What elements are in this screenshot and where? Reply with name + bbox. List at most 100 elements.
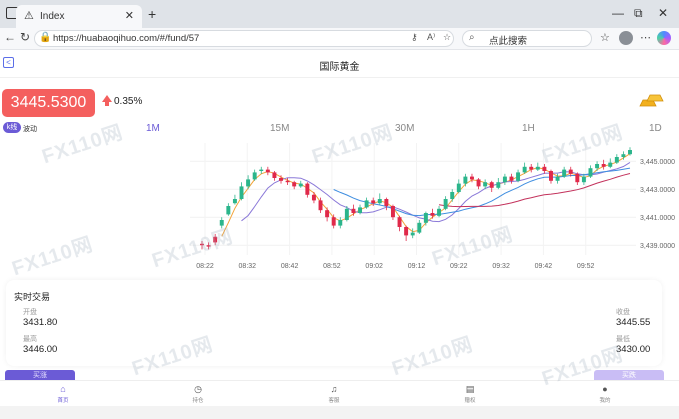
- change-percent: 0.35%: [114, 96, 143, 107]
- candle-body: [292, 182, 297, 187]
- url-field[interactable]: 🔒 https://huabaoqihuo.com/#/fund/57 ⚷ A⁾…: [34, 30, 454, 47]
- candle-body: [575, 173, 580, 183]
- user-icon: ●: [602, 384, 608, 394]
- period-1d-tab[interactable]: 1D: [649, 123, 662, 134]
- candle-body: [476, 179, 481, 187]
- candle-body: [621, 154, 626, 157]
- candle-body: [259, 169, 264, 171]
- url-text[interactable]: https://huabaoqihuo.com/#/fund/57: [53, 33, 199, 44]
- nav-profile[interactable]: ● 我的: [580, 384, 630, 404]
- tab-title: Index: [40, 11, 65, 22]
- x-tick-label: 09:22: [450, 263, 468, 270]
- close-window-button[interactable]: ✕: [658, 6, 668, 20]
- up-arrow-stem: [105, 101, 109, 106]
- candle: [404, 225, 409, 241]
- candle: [384, 197, 389, 211]
- y-axis: 3,439.0000 3,441.0000 3,443.0000 3,445.0000: [640, 159, 675, 250]
- candle: [595, 161, 600, 171]
- back-arrow-icon[interactable]: ←: [4, 30, 16, 44]
- candle-body: [325, 210, 330, 218]
- candle: [522, 162, 527, 174]
- candle-body: [509, 176, 514, 181]
- wave-tab[interactable]: 波动: [23, 124, 37, 134]
- refresh-icon[interactable]: ↻: [20, 30, 30, 44]
- period-1m-tab[interactable]: 1M: [146, 123, 160, 134]
- header-divider: [0, 77, 679, 78]
- candle-body: [595, 164, 600, 169]
- favorites-icon[interactable]: ☆: [600, 31, 610, 44]
- high-value: 3446.00: [23, 344, 58, 355]
- period-15m-tab[interactable]: 15M: [270, 123, 289, 134]
- warning-icon: ⚠: [24, 10, 34, 22]
- candle: [476, 178, 481, 190]
- high-label: 最高: [23, 336, 37, 343]
- candle: [509, 173, 514, 184]
- candle-body: [430, 213, 435, 216]
- low-label: 最低: [616, 336, 630, 343]
- browser-tab[interactable]: ⚠ Index ✕: [16, 5, 142, 28]
- candle-body: [364, 200, 369, 208]
- candle: [252, 169, 257, 181]
- candle-body: [285, 180, 290, 183]
- page-title: 国际黄金: [319, 62, 360, 73]
- new-tab-button[interactable]: +: [148, 6, 156, 22]
- candle: [219, 217, 224, 229]
- nav-rights-label: 赠权: [464, 398, 476, 404]
- candle-body: [437, 208, 442, 216]
- maximize-button[interactable]: ⧉: [634, 6, 643, 21]
- candle: [206, 242, 211, 250]
- period-1h-tab[interactable]: 1H: [522, 123, 535, 134]
- profile-avatar-icon[interactable]: [619, 31, 633, 45]
- candle-body: [377, 199, 382, 204]
- close-tab-icon[interactable]: ✕: [125, 9, 134, 22]
- gold-bar-icon: [639, 94, 664, 107]
- search-placeholder[interactable]: 点此搜索: [489, 33, 527, 47]
- realtime-title: 实时交易: [14, 292, 51, 302]
- address-bar: ← ↻ 🔒 https://huabaoqihuo.com/#/fund/57 …: [0, 28, 679, 50]
- nav-positions[interactable]: ◷ 持仓: [173, 384, 223, 404]
- candle: [325, 207, 330, 222]
- search-field[interactable]: ⌕ 点此搜索: [462, 30, 592, 47]
- candle: [588, 165, 593, 178]
- candle: [226, 203, 231, 216]
- candle: [463, 173, 468, 187]
- candle-body: [463, 176, 468, 184]
- kline-tab[interactable]: k线: [3, 122, 21, 133]
- candle-body: [483, 182, 488, 187]
- candle-body: [331, 217, 336, 226]
- candle-body: [384, 199, 389, 206]
- minimize-button[interactable]: —: [612, 6, 624, 20]
- candle-body: [535, 166, 540, 170]
- moving-average-line: [438, 173, 631, 208]
- candle: [489, 180, 494, 192]
- candle-body: [588, 168, 593, 177]
- nav-support[interactable]: ♫ 客服: [309, 384, 359, 404]
- read-aloud-icon[interactable]: A⁾: [427, 32, 435, 43]
- candle: [614, 154, 619, 164]
- key-icon[interactable]: ⚷: [411, 32, 418, 43]
- nav-positions-label: 持仓: [192, 398, 204, 404]
- candle-body: [522, 166, 527, 173]
- candle: [298, 180, 303, 188]
- more-menu-icon[interactable]: ⋯: [640, 31, 651, 44]
- candle-body: [351, 208, 356, 213]
- clock-icon: ◷: [194, 384, 202, 394]
- period-30m-tab[interactable]: 30M: [395, 123, 414, 134]
- candle-body: [456, 183, 461, 192]
- candle-body: [417, 222, 422, 233]
- copilot-icon[interactable]: [657, 31, 671, 45]
- nav-home[interactable]: ⌂ 首页: [38, 384, 88, 404]
- lock-icon[interactable]: 🔒: [39, 32, 51, 43]
- close-value: 3445.55: [616, 317, 651, 328]
- home-icon: ⌂: [60, 384, 66, 394]
- nav-rights[interactable]: ▤ 赠权: [445, 384, 495, 404]
- candle: [410, 228, 415, 239]
- candle-body: [450, 192, 455, 199]
- candle-body: [358, 207, 363, 213]
- close-label: 收盘: [616, 309, 630, 316]
- candle-body: [601, 164, 606, 167]
- candle-body: [265, 169, 270, 173]
- candlestick-chart[interactable]: 08:22 08:32 08:42 08:52 09:02 09:12 09:22 09:32…: [0, 135, 679, 272]
- candle-body: [628, 150, 632, 155]
- favorite-star-icon[interactable]: ☆: [443, 32, 451, 43]
